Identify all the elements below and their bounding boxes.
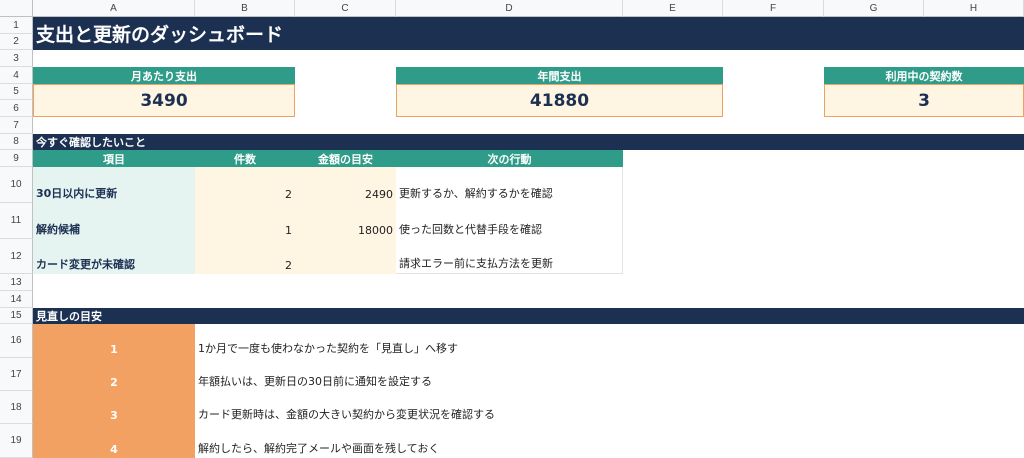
column-header-f[interactable]: F: [723, 0, 824, 17]
card-value-monthly[interactable]: 3490: [33, 84, 295, 117]
row-header[interactable]: 14: [0, 291, 33, 308]
table-header-amount[interactable]: 金額の目安: [295, 150, 396, 167]
review-text[interactable]: 解約したら、解約完了メールや画面を残しておく: [195, 424, 1024, 458]
review-number[interactable]: 1: [33, 324, 195, 358]
review-text[interactable]: カード更新時は、金額の大きい契約から変更状況を確認する: [195, 391, 1024, 424]
card-value-contracts[interactable]: 3: [824, 84, 1024, 117]
card-label-monthly[interactable]: 月あたり支出: [33, 67, 295, 84]
table-cell-action[interactable]: 請求エラー前に支払方法を更新: [396, 239, 623, 274]
row-header[interactable]: 13: [0, 274, 33, 291]
column-header-b[interactable]: B: [195, 0, 295, 17]
column-header-c[interactable]: C: [295, 0, 396, 17]
row-header[interactable]: 9: [0, 150, 33, 167]
review-number[interactable]: 3: [33, 391, 195, 424]
table-cell-action[interactable]: 更新するか、解約するかを確認: [396, 167, 623, 203]
row-header[interactable]: 3: [0, 50, 33, 67]
review-text[interactable]: 年額払いは、更新日の30日前に通知を設定する: [195, 358, 1024, 391]
row-header[interactable]: 11: [0, 203, 33, 239]
table-cell-amount[interactable]: 18000: [295, 203, 396, 239]
review-number[interactable]: 4: [33, 424, 195, 458]
table-header-item[interactable]: 項目: [33, 150, 195, 167]
row-header[interactable]: 1: [0, 17, 33, 34]
column-header-g[interactable]: G: [824, 0, 924, 17]
row-header[interactable]: 18: [0, 391, 33, 424]
row-header[interactable]: 17: [0, 358, 33, 391]
table-cell-item[interactable]: カード変更が未確認: [33, 239, 195, 274]
column-header-h[interactable]: H: [924, 0, 1024, 17]
row-header[interactable]: 4: [0, 67, 33, 84]
review-text[interactable]: 1か月で一度も使わなかった契約を「見直し」へ移す: [195, 324, 1024, 358]
dashboard-title[interactable]: 支出と更新のダッシュボード: [33, 17, 1024, 50]
table-cell-amount[interactable]: [295, 239, 396, 274]
card-label-yearly[interactable]: 年間支出: [396, 67, 723, 84]
table-cell-action[interactable]: 使った回数と代替手段を確認: [396, 203, 623, 239]
table-cell-count[interactable]: 1: [195, 203, 295, 239]
table-cell-count[interactable]: 2: [195, 239, 295, 274]
row-header[interactable]: 10: [0, 167, 33, 203]
section-heading-review[interactable]: 見直しの目安: [33, 308, 1024, 324]
table-cell-item[interactable]: 解約候補: [33, 203, 195, 239]
section-heading-check[interactable]: 今すぐ確認したいこと: [33, 134, 1024, 150]
spreadsheet: A B C D E F G H 1 2 3 4 5 6 7 8 9 10 11 …: [0, 0, 1024, 458]
row-header[interactable]: 2: [0, 34, 33, 50]
row-header[interactable]: 15: [0, 308, 33, 324]
column-header-d[interactable]: D: [396, 0, 623, 17]
card-label-contracts[interactable]: 利用中の契約数: [824, 67, 1024, 84]
table-cell-count[interactable]: 2: [195, 167, 295, 203]
row-header[interactable]: 19: [0, 424, 33, 458]
row-header[interactable]: 12: [0, 239, 33, 274]
row-header[interactable]: 5: [0, 84, 33, 100]
column-header-a[interactable]: A: [33, 0, 195, 17]
table-header-action[interactable]: 次の行動: [396, 150, 623, 167]
row-header[interactable]: 16: [0, 324, 33, 358]
select-all-corner[interactable]: [0, 0, 33, 17]
card-value-yearly[interactable]: 41880: [396, 84, 723, 117]
column-header-e[interactable]: E: [623, 0, 723, 17]
table-cell-amount[interactable]: 2490: [295, 167, 396, 203]
table-cell-item[interactable]: 30日以内に更新: [33, 167, 195, 203]
row-header[interactable]: 8: [0, 134, 33, 150]
row-header[interactable]: 7: [0, 117, 33, 134]
review-number[interactable]: 2: [33, 358, 195, 391]
table-header-count[interactable]: 件数: [195, 150, 295, 167]
row-header[interactable]: 6: [0, 100, 33, 117]
